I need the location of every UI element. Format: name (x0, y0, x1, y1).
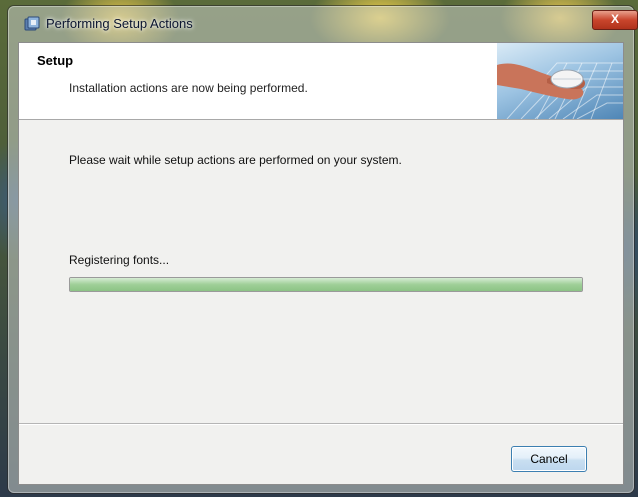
setup-installer-icon (24, 16, 40, 32)
dialog-client-area: Setup Installation actions are now being… (18, 42, 624, 485)
progress-bar (69, 277, 583, 292)
page-subtitle: Installation actions are now being perfo… (69, 81, 308, 95)
header-band: Setup Installation actions are now being… (19, 43, 623, 120)
hand-on-keyboard-graphic (497, 43, 623, 119)
footer-divider (19, 423, 623, 425)
window-title: Performing Setup Actions (46, 16, 193, 31)
progress-fill (70, 278, 582, 291)
status-label: Registering fonts... (69, 253, 170, 267)
wait-message: Please wait while setup actions are perf… (69, 153, 402, 167)
close-button[interactable]: X (592, 10, 638, 30)
page-title: Setup (37, 53, 74, 68)
cancel-button[interactable]: Cancel (511, 446, 587, 472)
title-bar[interactable]: Performing Setup Actions X (8, 6, 638, 40)
